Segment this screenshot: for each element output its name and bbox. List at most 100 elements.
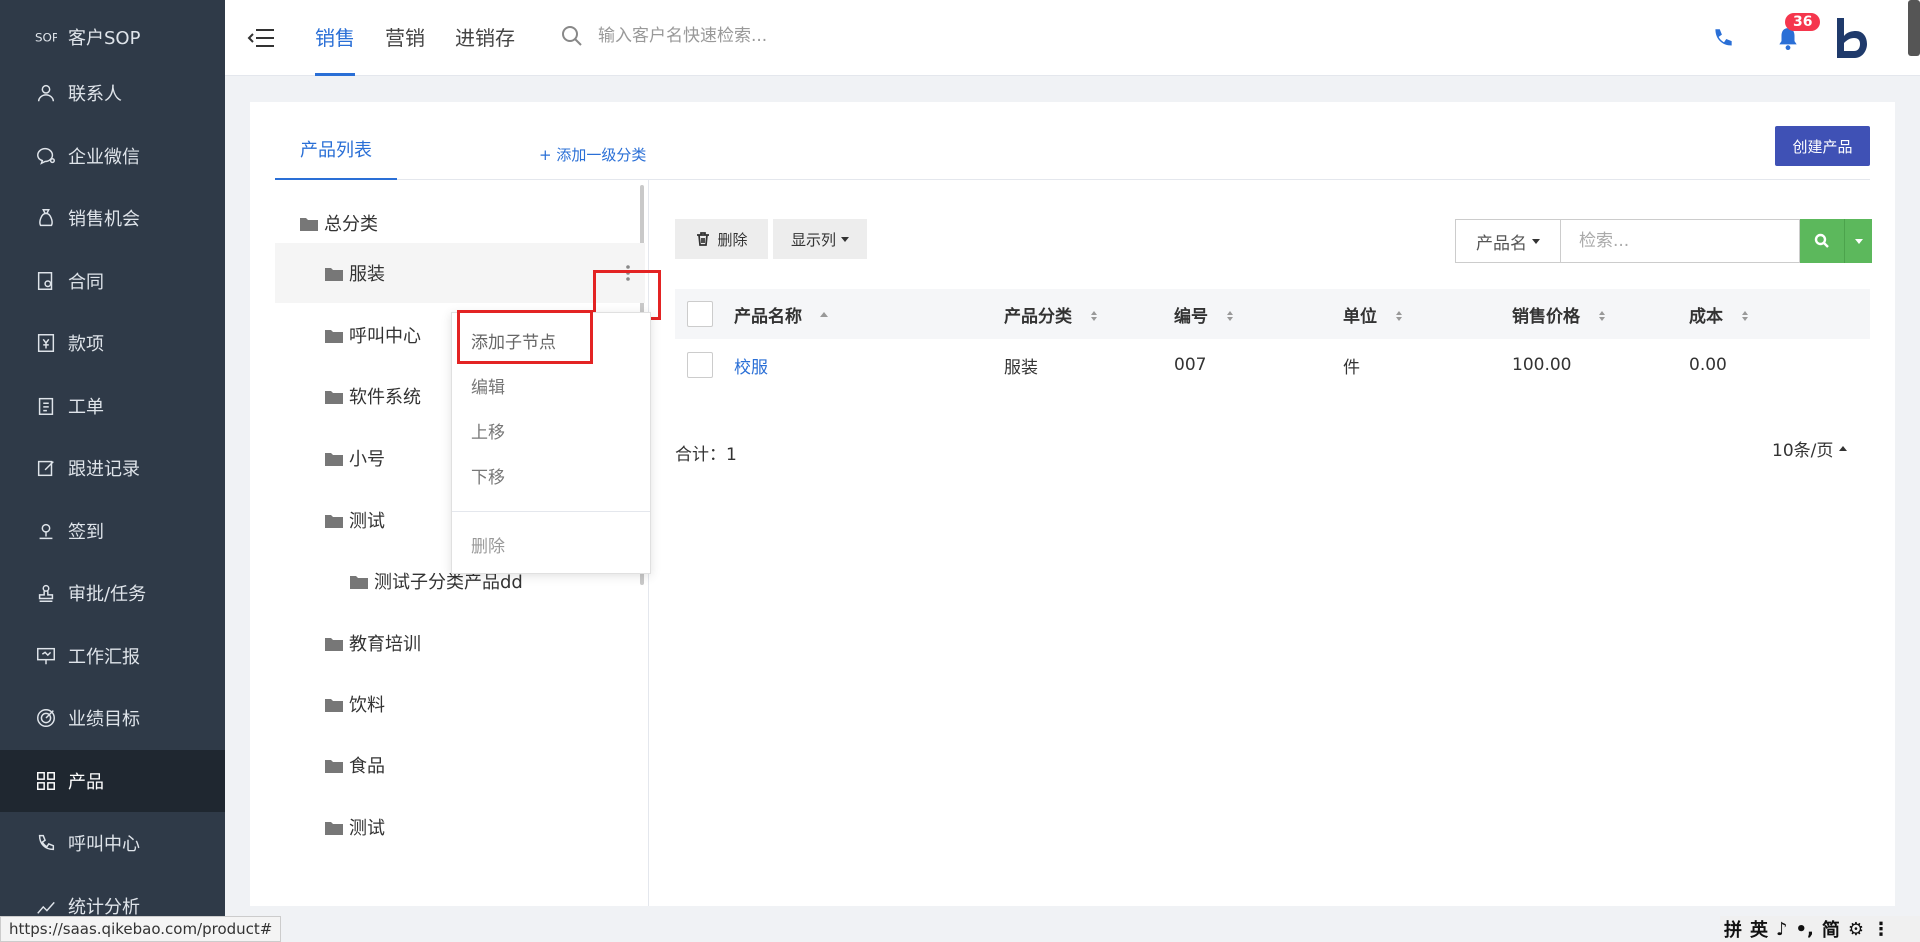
tab-marketing[interactable]: 营销 (385, 0, 425, 76)
column-label: 单位 (1343, 306, 1377, 327)
sidebar-item-target[interactable]: 业绩目标 (0, 687, 225, 750)
window-edge (1908, 0, 1920, 56)
sort-icon (1741, 307, 1749, 327)
cell-price: 100.00 (1512, 355, 1572, 375)
sidebar-item-approval[interactable]: 审批/任务 (0, 562, 225, 625)
sidebar-item-contacts[interactable]: 联系人 (0, 62, 225, 125)
select-all-checkbox[interactable] (687, 301, 713, 327)
total-count: 合计：1 (675, 445, 737, 465)
tree-node-label: 测试 (349, 818, 385, 839)
ime-english-icon[interactable]: 英 (1750, 916, 1768, 942)
ime-settings-icon[interactable]: ⚙ (1848, 919, 1864, 940)
sidebar-item-sop[interactable]: SOP 客户SOP (0, 12, 225, 62)
sidebar-item-label: 产品 (68, 771, 104, 793)
tree-node-education[interactable]: 教育培训 (325, 613, 421, 673)
col-product-name[interactable]: 产品名称 (734, 302, 828, 327)
sidebar-item-label: 呼叫中心 (68, 834, 140, 856)
tree-node-clothing[interactable]: 服装 (275, 243, 645, 303)
column-label: 产品分类 (1004, 306, 1072, 327)
card-tab-header: 产品列表 + 添加一级分类 创建产品 (275, 102, 1870, 180)
ime-toolbar: 拼 英 ♪ •, 简 ⚙ ⋮ (1720, 916, 1920, 942)
svg-text:SOP: SOP (35, 31, 57, 45)
sop-icon: SOP (34, 25, 58, 49)
tree-node-xiaohao[interactable]: 小号 (325, 428, 385, 488)
sidebar-item-followup[interactable]: 跟进记录 (0, 437, 225, 500)
product-name-link[interactable]: 校服 (734, 353, 768, 378)
phone-icon[interactable] (1710, 26, 1736, 56)
folder-icon (325, 819, 345, 835)
location-icon (34, 519, 58, 543)
ime-pinyin-icon[interactable]: 拼 (1724, 916, 1742, 942)
sidebar-item-product[interactable]: 产品 (0, 749, 225, 812)
menu-item-move-down[interactable]: 下移 (452, 457, 650, 499)
folder-icon (325, 635, 345, 651)
tab-product-list[interactable]: 产品列表 (275, 102, 397, 180)
delete-button[interactable]: 删除 (675, 219, 768, 259)
sidebar-item-label: 签到 (68, 521, 104, 543)
tab-sales[interactable]: 销售 (315, 0, 355, 76)
cell-cost: 0.00 (1689, 355, 1727, 375)
sidebar-item-callcenter[interactable]: 呼叫中心 (0, 812, 225, 875)
sidebar-item-label: 客户SOP (68, 28, 141, 49)
folder-icon (350, 573, 370, 589)
columns-label: 显示列 (790, 230, 836, 249)
sidebar-item-label: 审批/任务 (68, 584, 147, 606)
tab-inventory[interactable]: 进销存 (455, 0, 515, 76)
search-options-button[interactable] (1844, 219, 1872, 263)
ime-simplified-icon[interactable]: 简 (1822, 916, 1840, 942)
sidebar-item-report[interactable]: 工作汇报 (0, 625, 225, 688)
search-submit-button[interactable] (1800, 219, 1844, 263)
sidebar-item-wechat[interactable]: 企业微信 (0, 125, 225, 188)
brand-logo-icon (1835, 18, 1869, 60)
sidebar-item-opportunity[interactable]: 销售机会 (0, 187, 225, 250)
folder-icon (325, 512, 345, 528)
product-search-input[interactable] (1560, 219, 1800, 263)
tree-node-food[interactable]: 食品 (325, 735, 385, 795)
tree-node-label: 食品 (349, 756, 385, 777)
tree-node-callcenter[interactable]: 呼叫中心 (325, 305, 421, 365)
col-unit[interactable]: 单位 (1343, 302, 1403, 327)
ime-punctuation-icon[interactable]: •, (1796, 919, 1814, 940)
search-icon (1814, 233, 1829, 248)
columns-button[interactable]: 显示列 (773, 219, 867, 259)
page-size-label: 10条/页 (1772, 441, 1834, 461)
add-top-category-link[interactable]: + 添加一级分类 (539, 144, 646, 165)
caret-down-icon (841, 236, 849, 242)
menu-item-edit[interactable]: 编辑 (452, 367, 650, 409)
row-checkbox[interactable] (687, 352, 713, 378)
sidebar-item-checkin[interactable]: 签到 (0, 500, 225, 563)
customer-search-input[interactable] (598, 26, 918, 46)
sidebar-item-contract[interactable]: 合同 (0, 250, 225, 313)
sidebar-item-ticket[interactable]: 工单 (0, 375, 225, 438)
highlight-box-add-child (457, 310, 593, 364)
folder-icon (325, 696, 345, 712)
wechat-icon (34, 144, 58, 168)
sidebar-item-label: 款项 (68, 334, 104, 356)
menu-item-move-up[interactable]: 上移 (452, 412, 650, 454)
col-category[interactable]: 产品分类 (1004, 302, 1098, 327)
delete-label: 删除 (717, 230, 748, 249)
column-label: 编号 (1174, 306, 1208, 327)
tree-node-label: 总分类 (324, 214, 378, 235)
tree-node-test[interactable]: 测试 (325, 490, 385, 550)
notification-badge: 36 (1785, 13, 1821, 31)
menu-item-delete[interactable]: 删除 (452, 526, 650, 568)
sidebar-item-label: 企业微信 (68, 146, 140, 168)
column-label: 产品名称 (734, 306, 802, 327)
menu-collapse-icon[interactable] (247, 26, 275, 50)
search-field-select[interactable]: 产品名 (1455, 219, 1560, 263)
tree-node-drinks[interactable]: 饮料 (325, 674, 385, 734)
col-price[interactable]: 销售价格 (1512, 302, 1606, 327)
column-label: 成本 (1689, 306, 1723, 327)
tree-node-label: 小号 (349, 449, 385, 470)
col-code[interactable]: 编号 (1174, 302, 1234, 327)
caret-down-icon (1854, 238, 1863, 244)
ime-more-icon[interactable]: ⋮ (1872, 919, 1890, 940)
tree-node-test-2[interactable]: 测试 (325, 797, 385, 857)
page-size-select[interactable]: 10条/页 (1772, 436, 1848, 461)
col-cost[interactable]: 成本 (1689, 302, 1749, 327)
create-product-button[interactable]: 创建产品 (1775, 126, 1870, 166)
ime-moon-icon[interactable]: ♪ (1776, 919, 1788, 940)
sidebar-item-payment[interactable]: 款项 (0, 312, 225, 375)
tree-node-software[interactable]: 软件系统 (325, 366, 421, 426)
